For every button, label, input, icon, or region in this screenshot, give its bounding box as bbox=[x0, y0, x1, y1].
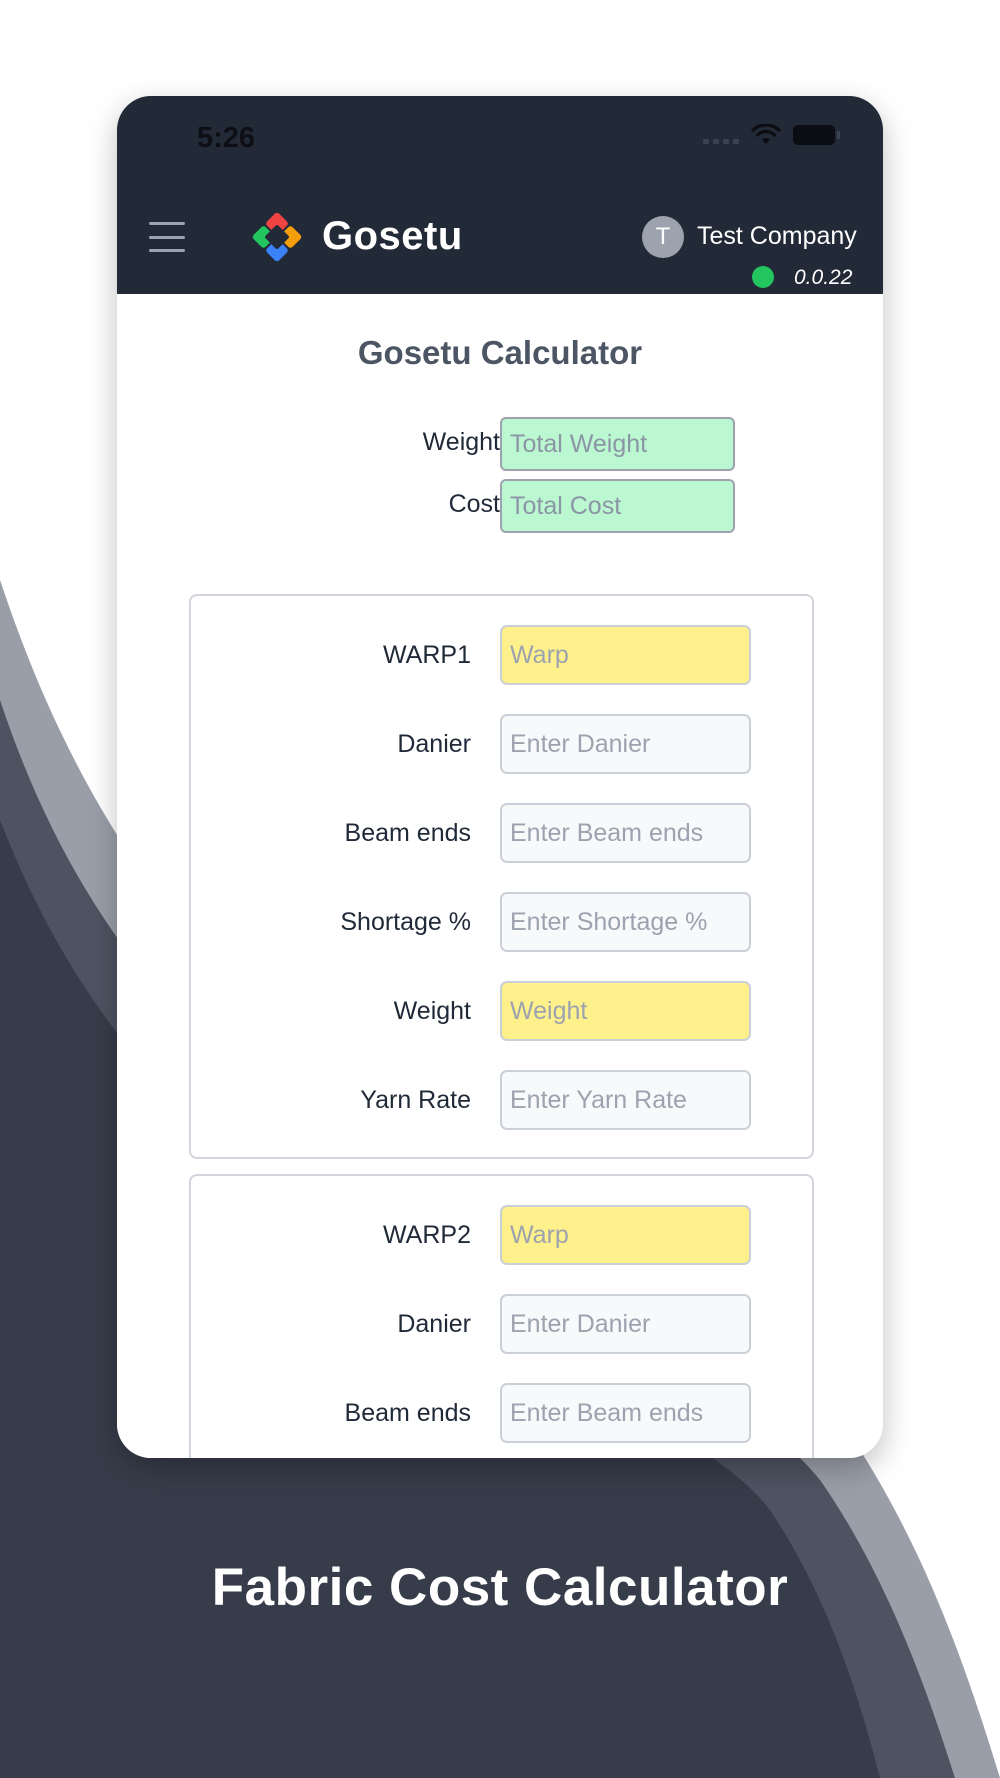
menu-icon[interactable] bbox=[149, 222, 185, 252]
signal-icon bbox=[703, 126, 739, 144]
form-row: Yarn Rate bbox=[191, 1070, 816, 1130]
calculator-content: Gosetu Calculator Weight Cost WARP1 Dani… bbox=[117, 294, 883, 1458]
beam-ends-label: Beam ends bbox=[344, 1399, 471, 1427]
shortage-field[interactable] bbox=[500, 892, 751, 952]
form-row: Weight bbox=[191, 981, 816, 1041]
danier-label: Danier bbox=[397, 1310, 471, 1338]
status-icons bbox=[703, 124, 840, 146]
phone-frame: 5:26 Gosetu T Test Company 0.0.22 Gosetu… bbox=[117, 96, 883, 1458]
shortage-label: Shortage % bbox=[340, 908, 471, 936]
form-row: Danier bbox=[191, 1294, 816, 1354]
yarn-rate-label: Yarn Rate bbox=[360, 1086, 471, 1114]
wifi-icon bbox=[751, 124, 781, 144]
danier-label: Danier bbox=[397, 730, 471, 758]
status-time: 5:26 bbox=[197, 122, 256, 154]
gosetu-logo bbox=[252, 212, 302, 262]
total-cost-field[interactable] bbox=[500, 479, 735, 533]
form-row: Danier bbox=[191, 714, 816, 774]
total-weight-field[interactable] bbox=[500, 417, 735, 471]
warp-field[interactable] bbox=[500, 1205, 751, 1265]
avatar[interactable]: T bbox=[642, 216, 684, 258]
battery-icon bbox=[793, 125, 840, 145]
danier-field[interactable] bbox=[500, 1294, 751, 1354]
total-cost-label: Cost bbox=[448, 490, 500, 518]
form-row: Shortage % bbox=[191, 892, 816, 952]
status-bar: 5:26 bbox=[117, 96, 883, 186]
warp2-section: WARP2 Danier Beam ends bbox=[189, 1174, 814, 1458]
beam-ends-label: Beam ends bbox=[344, 819, 471, 847]
warp-label: WARP2 bbox=[383, 1221, 471, 1249]
form-row: WARP2 bbox=[191, 1205, 816, 1265]
brand-name: Gosetu bbox=[322, 214, 463, 258]
online-status-dot bbox=[752, 266, 774, 288]
app-version: 0.0.22 bbox=[794, 266, 853, 289]
form-row: WARP1 bbox=[191, 625, 816, 685]
total-weight-label: Weight bbox=[422, 428, 500, 456]
page-title: Gosetu Calculator bbox=[357, 334, 643, 371]
beam-ends-field[interactable] bbox=[500, 1383, 751, 1443]
weight-field[interactable] bbox=[500, 981, 751, 1041]
danier-field[interactable] bbox=[500, 714, 751, 774]
yarn-rate-field[interactable] bbox=[500, 1070, 751, 1130]
warp-field[interactable] bbox=[500, 625, 751, 685]
warp1-section: WARP1 Danier Beam ends Shortage % Weight… bbox=[189, 594, 814, 1159]
form-row: Beam ends bbox=[191, 803, 816, 863]
form-row: Beam ends bbox=[191, 1383, 816, 1443]
beam-ends-field[interactable] bbox=[500, 803, 751, 863]
weight-label: Weight bbox=[393, 997, 471, 1025]
company-name[interactable]: Test Company bbox=[697, 222, 857, 251]
tagline: Fabric Cost Calculator bbox=[211, 1558, 789, 1617]
warp-label: WARP1 bbox=[383, 641, 471, 669]
